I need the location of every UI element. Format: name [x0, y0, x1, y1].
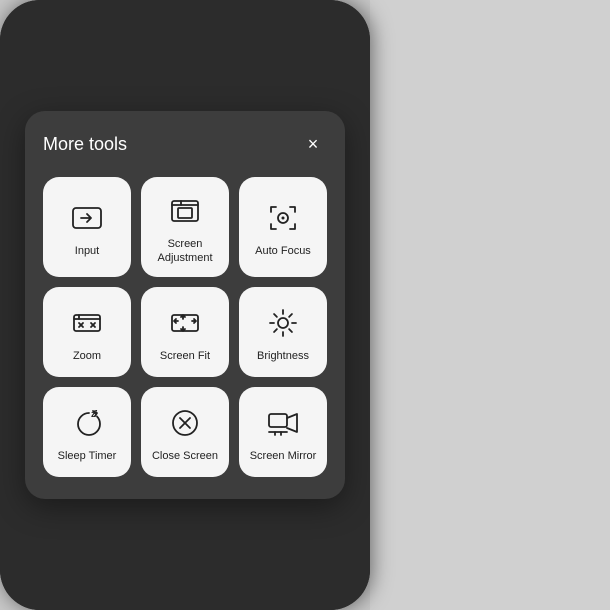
tool-close-screen[interactable]: Close Screen [141, 387, 229, 477]
tool-close-screen-label: Close Screen [152, 449, 218, 463]
tool-brightness-label: Brightness [257, 349, 309, 363]
tool-sleep-timer[interactable]: z z Sleep Timer [43, 387, 131, 477]
tool-input[interactable]: Input [43, 177, 131, 278]
screen-adjustment-icon [167, 193, 203, 229]
modal-title: More tools [43, 134, 127, 155]
sleep-timer-icon: z z [69, 405, 105, 441]
tools-grid: Input ScreenAdjustment [43, 177, 327, 478]
tool-screen-mirror[interactable]: Screen Mirror [239, 387, 327, 477]
close-modal-button[interactable]: × [299, 131, 327, 159]
tool-input-label: Input [75, 244, 99, 258]
tool-screen-fit[interactable]: Screen Fit [141, 287, 229, 377]
more-tools-modal: More tools × Input [25, 111, 345, 500]
tool-screen-adjustment-label: ScreenAdjustment [157, 237, 212, 266]
brightness-icon [265, 305, 301, 341]
screen-fit-icon [167, 305, 203, 341]
phone-screen: More tools × Input [0, 0, 370, 610]
phone: More tools × Input [0, 0, 370, 610]
auto-focus-icon [265, 200, 301, 236]
modal-header: More tools × [43, 131, 327, 159]
screen-mirror-icon [265, 405, 301, 441]
tool-zoom[interactable]: Zoom [43, 287, 131, 377]
tool-brightness[interactable]: Brightness [239, 287, 327, 377]
zoom-icon [69, 305, 105, 341]
tool-auto-focus-label: Auto Focus [255, 244, 311, 258]
close-screen-icon [167, 405, 203, 441]
tool-screen-fit-label: Screen Fit [160, 349, 210, 363]
background-right [370, 0, 610, 610]
tool-screen-mirror-label: Screen Mirror [250, 449, 317, 463]
input-icon [69, 200, 105, 236]
tool-screen-adjustment[interactable]: ScreenAdjustment [141, 177, 229, 278]
tool-zoom-label: Zoom [73, 349, 101, 363]
phone-container: More tools × Input [0, 0, 610, 610]
tool-sleep-timer-label: Sleep Timer [58, 449, 117, 463]
svg-text:z: z [94, 409, 98, 416]
tool-auto-focus[interactable]: Auto Focus [239, 177, 327, 278]
